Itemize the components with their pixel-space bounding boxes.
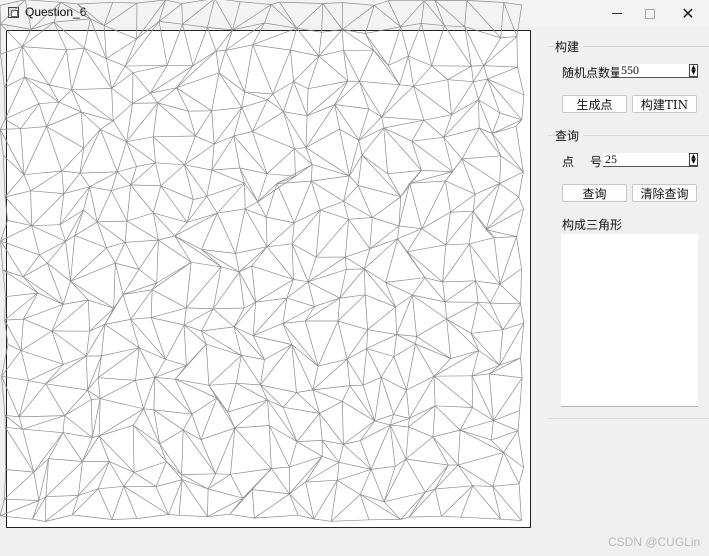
- tin-edge: [0, 499, 5, 516]
- query-button[interactable]: 查询: [562, 184, 627, 202]
- minimize-icon: [612, 13, 622, 14]
- triangles-list[interactable]: [561, 234, 698, 407]
- point-count-value: 550: [621, 63, 639, 77]
- tin-canvas[interactable]: [6, 30, 531, 528]
- window-title: Question_6: [25, 5, 87, 19]
- tin-edge: [0, 119, 6, 130]
- triangles-label: 构成三角形: [562, 218, 623, 232]
- title-bar: Question_6 ✕: [0, 0, 709, 27]
- tin-edge: [1, 376, 6, 416]
- tin-edge: [0, 129, 4, 156]
- tin-edge: [0, 240, 4, 271]
- panel-bottom-divider: [548, 418, 709, 419]
- point-id-label-1: 点: [562, 155, 575, 169]
- clear-query-button[interactable]: 清除查询: [632, 184, 697, 202]
- close-button[interactable]: ✕: [665, 0, 709, 27]
- tin-edge: [0, 54, 5, 88]
- tin-edge: [4, 87, 6, 120]
- watermark: CSDN @CUGLin: [608, 535, 701, 549]
- point-id-spinbox[interactable]: 25 ▲ ▼: [603, 152, 698, 167]
- app-icon: [8, 7, 19, 18]
- maximize-icon: [645, 8, 655, 19]
- query-group-title: 查询: [555, 127, 584, 144]
- point-id-value: 25: [605, 152, 617, 166]
- close-icon: ✕: [681, 3, 695, 23]
- generate-points-button[interactable]: 生成点: [562, 95, 627, 113]
- build-tin-button[interactable]: 构建TIN: [632, 95, 697, 113]
- build-group-title: 构建: [555, 38, 584, 55]
- spin-arrows-icon[interactable]: ▲ ▼: [689, 64, 698, 77]
- point-count-label: 随机点数量: [562, 66, 623, 80]
- point-id-label-2: 号: [590, 155, 603, 169]
- point-count-spinbox[interactable]: 550 ▲ ▼: [619, 63, 698, 78]
- spin-arrows-icon[interactable]: ▲ ▼: [689, 153, 698, 166]
- tin-edge: [2, 155, 6, 198]
